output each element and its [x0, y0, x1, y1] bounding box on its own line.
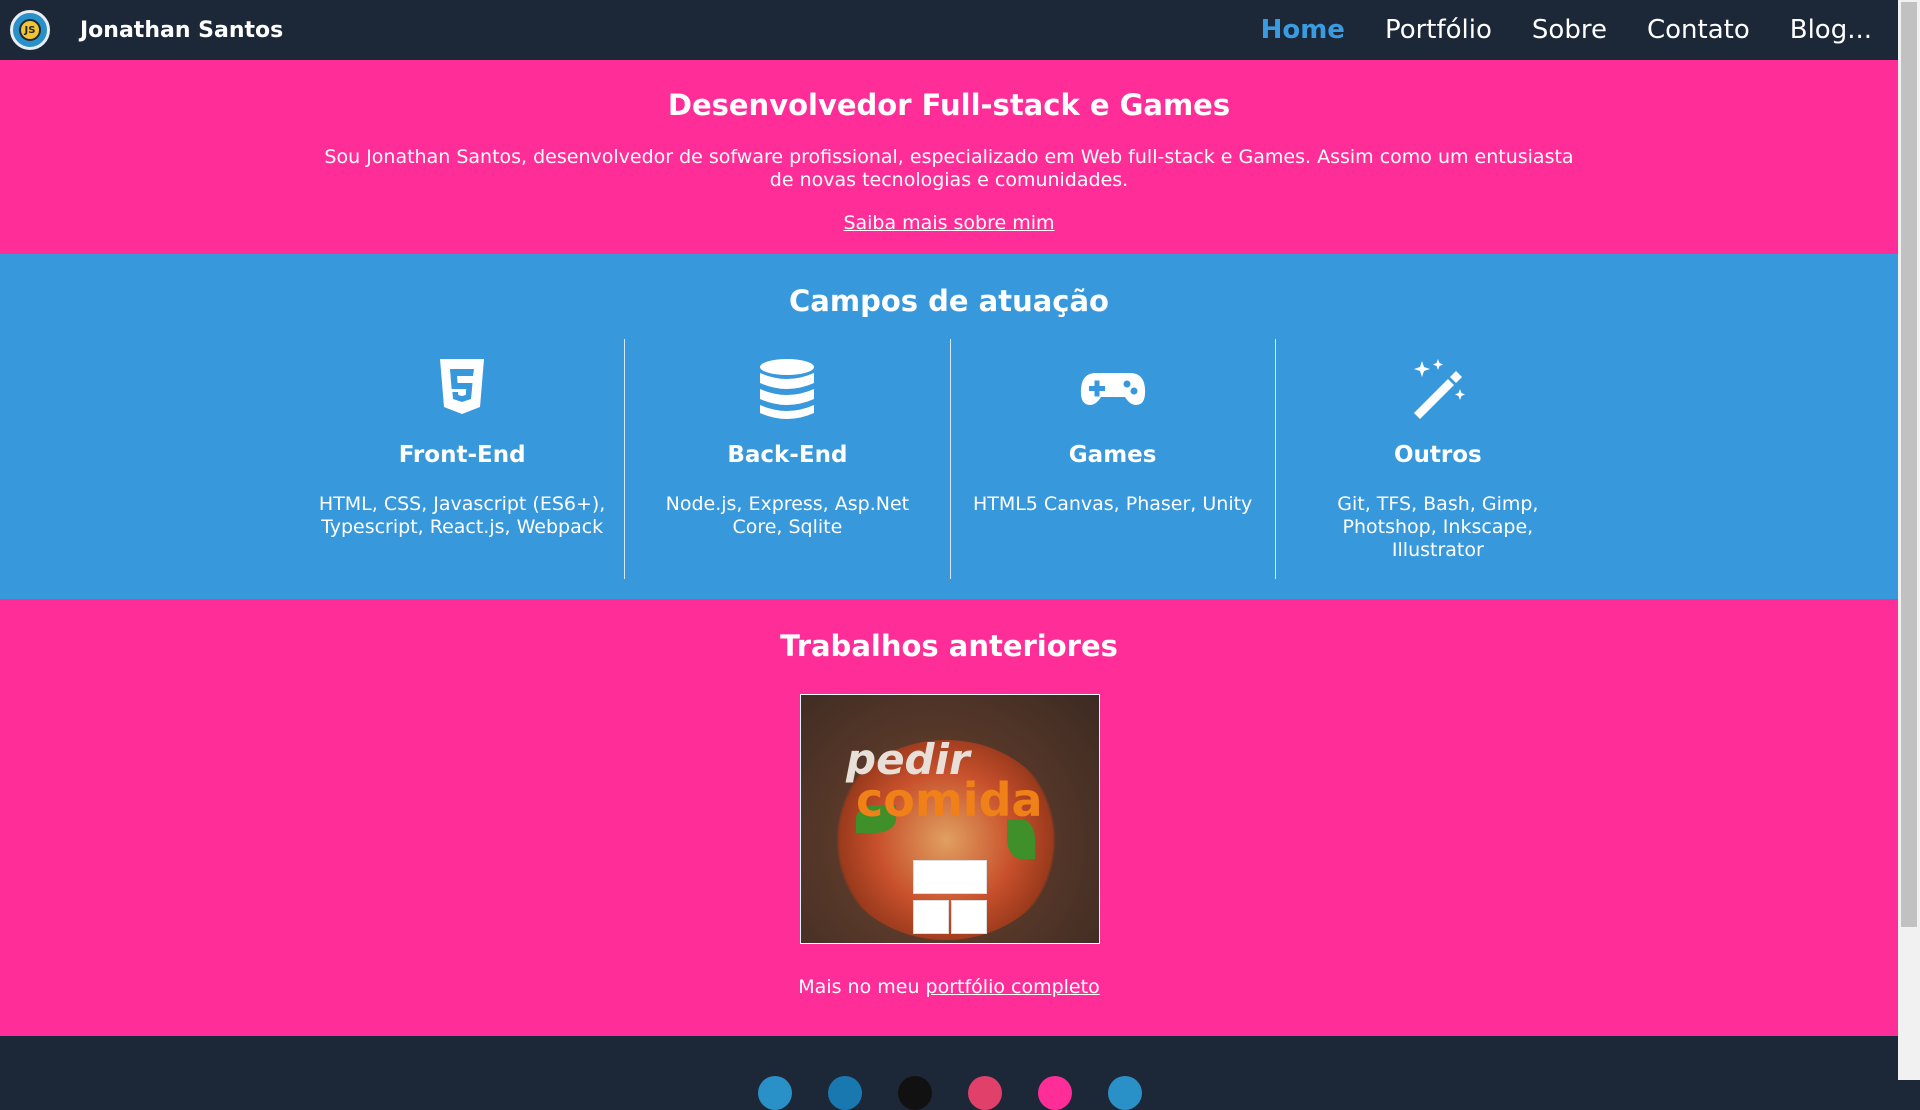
mockup-card — [913, 860, 987, 894]
field-text: HTML, CSS, Javascript (ES6+), Typescript… — [318, 493, 606, 538]
main-nav: Home Portfólio Sobre Contato Blog... — [1221, 15, 1872, 45]
field-title: Front-End — [398, 442, 526, 468]
footer — [0, 1036, 1898, 1110]
magic-wand-icon — [1413, 359, 1465, 419]
field-frontend: Front-End HTML, CSS, Javascript (ES6+), … — [300, 339, 624, 579]
field-title: Games — [1068, 442, 1157, 468]
works-section: Trabalhos anteriores pedir comida Mais n… — [0, 599, 1898, 1036]
works-title: Trabalhos anteriores — [780, 629, 1118, 663]
nav-home[interactable]: Home — [1261, 15, 1345, 45]
vertical-scrollbar[interactable] — [1898, 0, 1920, 1080]
navbar: JS Jonathan Santos Home Portfólio Sobre … — [0, 0, 1898, 60]
logo-monogram: JS — [19, 19, 41, 41]
hero-section: Desenvolvedor Full-stack e Games Sou Jon… — [0, 60, 1898, 254]
field-games: Games HTML5 Canvas, Phaser, Unity — [949, 339, 1275, 579]
gamepad-icon — [1080, 373, 1145, 405]
nav-portfolio[interactable]: Portfólio — [1385, 15, 1492, 45]
hero-description: Sou Jonathan Santos, desenvolvedor de so… — [324, 146, 1574, 191]
field-others: Outros Git, TFS, Bash, Gimp, Photshop, I… — [1274, 339, 1600, 579]
nav-blog[interactable]: Blog... — [1790, 15, 1872, 45]
hero-title: Desenvolvedor Full-stack e Games — [667, 88, 1231, 122]
portfolio-link[interactable]: portfólio completo — [926, 976, 1100, 998]
field-title: Outros — [1393, 442, 1482, 468]
field-text: HTML5 Canvas, Phaser, Unity — [972, 493, 1253, 515]
field-title: Back-End — [727, 442, 848, 468]
more-prefix: Mais no meu — [798, 976, 926, 998]
field-text: Node.js, Express, Asp.Net Core, Sqlite — [665, 493, 910, 538]
portfolio-more: Mais no meu portfólio completo — [0, 976, 1898, 998]
field-backend: Back-End Node.js, Express, Asp.Net Core,… — [624, 339, 949, 579]
database-icon — [760, 359, 815, 419]
project-thumbnail[interactable]: pedir comida — [800, 694, 1100, 944]
social-icon[interactable] — [1108, 1076, 1142, 1110]
social-icon[interactable] — [828, 1076, 862, 1110]
fields-columns: Front-End HTML, CSS, Javascript (ES6+), … — [300, 339, 1600, 579]
site-logo[interactable]: JS — [10, 10, 50, 50]
mockup-card — [913, 900, 949, 934]
fields-title: Campos de atuação — [789, 284, 1109, 318]
nav-contato[interactable]: Contato — [1647, 15, 1750, 45]
brand-name[interactable]: Jonathan Santos — [80, 18, 283, 43]
scrollbar-thumb[interactable] — [1901, 2, 1917, 927]
mockup-card — [951, 900, 987, 934]
social-icon[interactable] — [1038, 1076, 1072, 1110]
nav-sobre[interactable]: Sobre — [1532, 15, 1607, 45]
social-icon[interactable] — [898, 1076, 932, 1110]
social-icon[interactable] — [968, 1076, 1002, 1110]
social-icon[interactable] — [758, 1076, 792, 1110]
html5-icon — [440, 359, 485, 414]
project-logo-bottom: comida — [856, 773, 1043, 827]
field-text: Git, TFS, Bash, Gimp, Photshop, Inkscape… — [1337, 493, 1539, 561]
fields-section: Campos de atuação Front-End HTML, CSS, J… — [0, 254, 1898, 599]
about-link[interactable]: Saiba mais sobre mim — [0, 212, 1898, 234]
